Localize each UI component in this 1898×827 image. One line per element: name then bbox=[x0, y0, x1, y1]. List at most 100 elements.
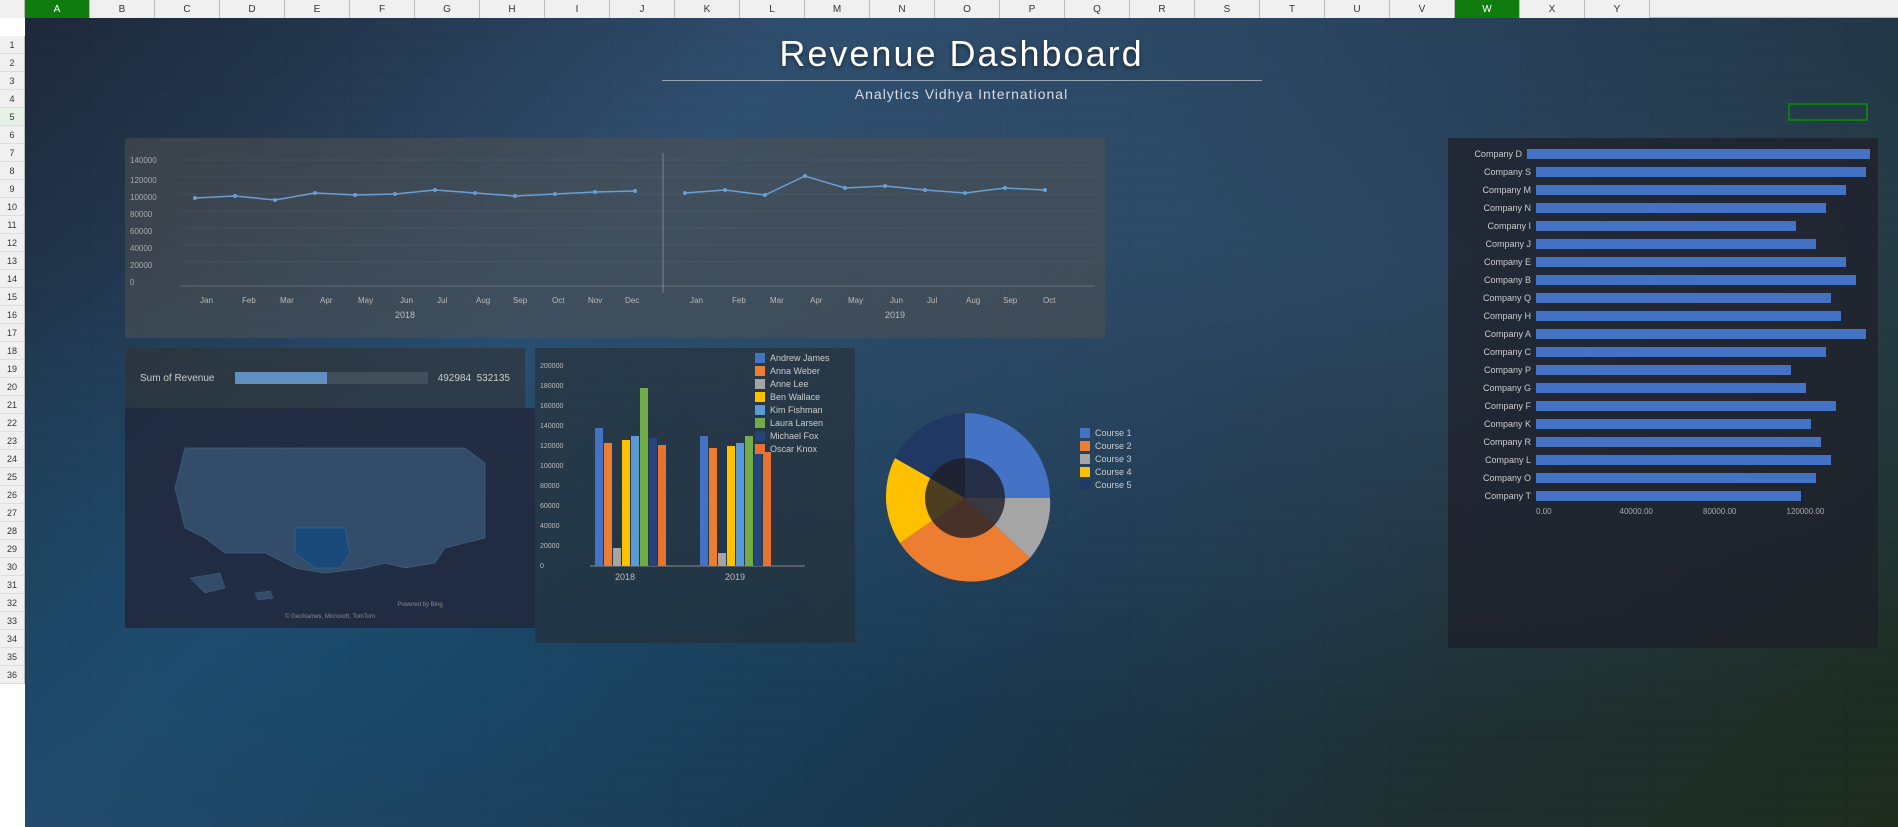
company-name-q: Company Q bbox=[1456, 293, 1531, 303]
row-32[interactable]: 32 bbox=[0, 594, 25, 612]
legend-anne: Anne Lee bbox=[755, 379, 875, 389]
col-M[interactable]: M bbox=[805, 0, 870, 18]
row-12[interactable]: 12 bbox=[0, 234, 25, 252]
row-34[interactable]: 34 bbox=[0, 630, 25, 648]
col-R[interactable]: R bbox=[1130, 0, 1195, 18]
company-bar-m bbox=[1536, 185, 1846, 195]
row-26[interactable]: 26 bbox=[0, 486, 25, 504]
us-map-svg: © GeoNames, Microsoft, TomTom Powered by… bbox=[125, 408, 535, 628]
row-30[interactable]: 30 bbox=[0, 558, 25, 576]
col-H[interactable]: H bbox=[480, 0, 545, 18]
svg-text:Jan: Jan bbox=[690, 296, 703, 305]
row-8[interactable]: 8 bbox=[0, 162, 25, 180]
col-J[interactable]: J bbox=[610, 0, 675, 18]
col-F[interactable]: F bbox=[350, 0, 415, 18]
col-C[interactable]: C bbox=[155, 0, 220, 18]
company-bar-e bbox=[1536, 257, 1846, 267]
legend-andrew: Andrew James bbox=[755, 353, 875, 363]
svg-text:140000: 140000 bbox=[540, 423, 563, 430]
x-label-0: 0.00 bbox=[1536, 507, 1620, 516]
title-underline bbox=[662, 80, 1262, 81]
company-name-a: Company A bbox=[1456, 329, 1531, 339]
col-Y[interactable]: Y bbox=[1585, 0, 1650, 18]
svg-text:2019: 2019 bbox=[885, 310, 905, 320]
row-33[interactable]: 33 bbox=[0, 612, 25, 630]
legend-label-course4: Course 4 bbox=[1095, 467, 1132, 477]
col-N[interactable]: N bbox=[870, 0, 935, 18]
row-23[interactable]: 23 bbox=[0, 432, 25, 450]
row-9[interactable]: 9 bbox=[0, 180, 25, 198]
row-3[interactable]: 3 bbox=[0, 72, 25, 90]
svg-text:Powered by Bing: Powered by Bing bbox=[397, 602, 442, 608]
row-14[interactable]: 14 bbox=[0, 270, 25, 288]
company-row-r: Company R bbox=[1456, 434, 1870, 450]
title-section: Revenue Dashboard Analytics Vidhya Inter… bbox=[25, 33, 1898, 102]
row-2[interactable]: 2 bbox=[0, 54, 25, 72]
col-T[interactable]: T bbox=[1260, 0, 1325, 18]
company-name-k: Company K bbox=[1456, 419, 1531, 429]
row-5[interactable]: 5 bbox=[0, 108, 25, 126]
svg-text:100000: 100000 bbox=[130, 193, 157, 202]
row-15[interactable]: 15 bbox=[0, 288, 25, 306]
legend-label-laura: Laura Larsen bbox=[770, 418, 823, 428]
col-G[interactable]: G bbox=[415, 0, 480, 18]
col-K[interactable]: K bbox=[675, 0, 740, 18]
col-A[interactable]: A bbox=[25, 0, 90, 18]
col-B[interactable]: B bbox=[90, 0, 155, 18]
svg-text:Apr: Apr bbox=[810, 296, 823, 305]
svg-text:Nov: Nov bbox=[588, 296, 602, 305]
row-17[interactable]: 17 bbox=[0, 324, 25, 342]
row-11[interactable]: 11 bbox=[0, 216, 25, 234]
col-V[interactable]: V bbox=[1390, 0, 1455, 18]
col-W[interactable]: W bbox=[1455, 0, 1520, 18]
row-36[interactable]: 36 bbox=[0, 666, 25, 684]
col-header-row: A B C D E F G H I J K L M N O P Q R S T … bbox=[0, 0, 1898, 18]
selected-cell-indicator[interactable] bbox=[1788, 103, 1868, 121]
svg-text:Jun: Jun bbox=[890, 296, 903, 305]
col-P[interactable]: P bbox=[1000, 0, 1065, 18]
col-X[interactable]: X bbox=[1520, 0, 1585, 18]
row-27[interactable]: 27 bbox=[0, 504, 25, 522]
row-25[interactable]: 25 bbox=[0, 468, 25, 486]
row-31[interactable]: 31 bbox=[0, 576, 25, 594]
row-21[interactable]: 21 bbox=[0, 396, 25, 414]
col-I[interactable]: I bbox=[545, 0, 610, 18]
row-1[interactable]: 1 bbox=[0, 36, 25, 54]
col-S[interactable]: S bbox=[1195, 0, 1260, 18]
row-13[interactable]: 13 bbox=[0, 252, 25, 270]
col-D[interactable]: D bbox=[220, 0, 285, 18]
legend-anna: Anna Weber bbox=[755, 366, 875, 376]
legend-ben: Ben Wallace bbox=[755, 392, 875, 402]
legend-label-course2: Course 2 bbox=[1095, 441, 1132, 451]
revenue-bar-fill bbox=[235, 372, 328, 384]
row-19[interactable]: 19 bbox=[0, 360, 25, 378]
spreadsheet: A B C D E F G H I J K L M N O P Q R S T … bbox=[0, 0, 1898, 827]
legend-label-oscar: Oscar Knox bbox=[770, 444, 817, 454]
row-29[interactable]: 29 bbox=[0, 540, 25, 558]
col-O[interactable]: O bbox=[935, 0, 1000, 18]
row-7[interactable]: 7 bbox=[0, 144, 25, 162]
row-24[interactable]: 24 bbox=[0, 450, 25, 468]
row-35[interactable]: 35 bbox=[0, 648, 25, 666]
row-16[interactable]: 16 bbox=[0, 306, 25, 324]
col-E[interactable]: E bbox=[285, 0, 350, 18]
company-bar-a bbox=[1536, 329, 1866, 339]
col-Q[interactable]: Q bbox=[1065, 0, 1130, 18]
line-chart-svg: 140000 120000 100000 80000 60000 40000 2… bbox=[125, 138, 1105, 338]
svg-text:80000: 80000 bbox=[130, 210, 153, 219]
row-4[interactable]: 4 bbox=[0, 90, 25, 108]
row-22[interactable]: 22 bbox=[0, 414, 25, 432]
legend-color-course5 bbox=[1080, 480, 1090, 490]
row-6[interactable]: 6 bbox=[0, 126, 25, 144]
col-U[interactable]: U bbox=[1325, 0, 1390, 18]
svg-text:Oct: Oct bbox=[552, 296, 565, 305]
company-bar-i bbox=[1536, 221, 1796, 231]
company-row-t: Company T bbox=[1456, 488, 1870, 504]
row-18[interactable]: 18 bbox=[0, 342, 25, 360]
row-20[interactable]: 20 bbox=[0, 378, 25, 396]
row-10[interactable]: 10 bbox=[0, 198, 25, 216]
col-L[interactable]: L bbox=[740, 0, 805, 18]
row-28[interactable]: 28 bbox=[0, 522, 25, 540]
x-label-80k: 80000.00 bbox=[1703, 507, 1787, 516]
company-name-m: Company M bbox=[1456, 185, 1531, 195]
